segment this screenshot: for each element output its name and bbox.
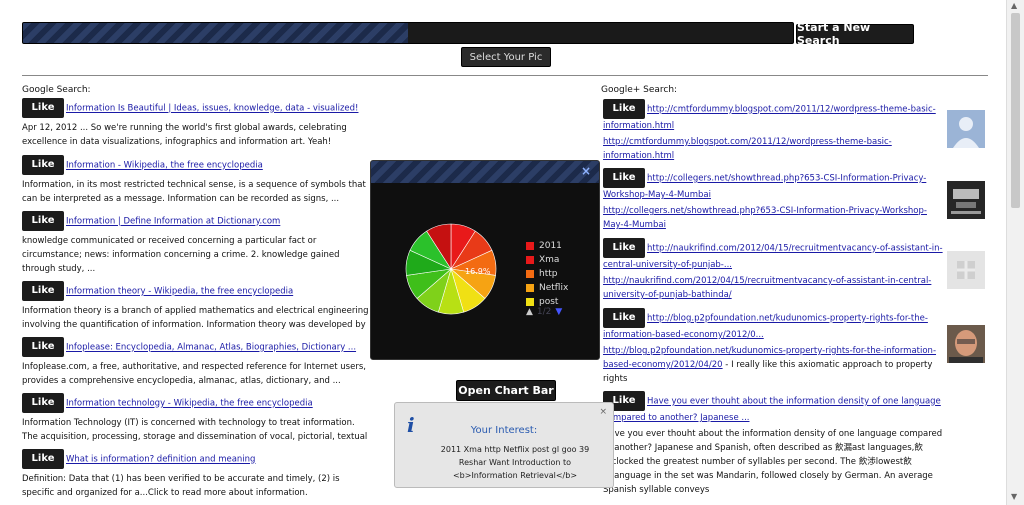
list-item: Like Information Is Beautiful | Ideas, is… — [22, 98, 372, 149]
search-progress-bar — [22, 22, 794, 44]
result-link[interactable]: Information Is Beautiful | Ideas, issues… — [66, 104, 358, 114]
result-link[interactable]: http://naukrifind.com/2012/04/15/recruit… — [603, 276, 931, 300]
result-link[interactable]: What is information? definition and mean… — [66, 455, 255, 465]
vertical-scrollbar[interactable]: ▲ ▼ — [1006, 0, 1024, 505]
legend-label: Xma — [539, 255, 560, 265]
result-link[interactable]: http://collegers.net/showthread.php?653-… — [603, 206, 927, 230]
gplus-search-title: Google+ Search: — [601, 85, 678, 95]
list-item: Like Information - Wikipedia, the free en… — [22, 155, 372, 206]
interest-line: <b>Information Retrieval</b> — [452, 471, 578, 480]
result-link[interactable]: http://blog.p2pfoundation.net/kudunomics… — [603, 314, 928, 341]
avatar[interactable] — [947, 110, 985, 148]
result-snippet: Apr 12, 2012 ... So we're running the wo… — [22, 123, 347, 147]
scrollbar-thumb[interactable] — [1011, 13, 1020, 208]
open-chart-bar-button[interactable]: Open Chart Bar — [456, 380, 556, 401]
legend-swatch — [526, 256, 534, 264]
like-button[interactable]: Like — [22, 155, 64, 175]
list-item: Like http://cmtfordummy.blogspot.com/2011… — [603, 99, 943, 163]
list-item: Like Infoplease: Encyclopedia, Almanac, A… — [22, 337, 372, 388]
list-item: Like http://blog.p2pfoundation.net/kuduno… — [603, 308, 943, 386]
result-link[interactable]: http://cmtfordummy.blogspot.com/2011/12/… — [603, 137, 892, 161]
interest-popup: i × Your Interest: 2011 Xma http Netflix… — [394, 402, 614, 488]
result-link[interactable]: http://cmtfordummy.blogspot.com/2011/12/… — [603, 105, 936, 132]
like-button[interactable]: Like — [603, 168, 645, 188]
like-button[interactable]: Like — [22, 98, 64, 118]
result-link[interactable]: http://naukrifind.com/2012/04/15/recruit… — [603, 244, 943, 271]
avatar[interactable] — [947, 325, 985, 363]
list-item: Like Have you ever thouht about the infor… — [603, 391, 943, 497]
profile-photo-icon — [947, 181, 985, 219]
result-snippet: Have you ever thouht about the informati… — [603, 429, 943, 495]
placeholder-image-icon — [947, 251, 985, 289]
triangle-down-icon[interactable]: ▼ — [555, 307, 562, 317]
legend-item: post — [526, 297, 558, 307]
legend-swatch — [526, 298, 534, 306]
like-button[interactable]: Like — [603, 308, 645, 328]
result-link[interactable]: Information technology - Wikipedia, the … — [66, 399, 313, 409]
legend-item: 2011 — [526, 241, 562, 251]
close-icon[interactable]: × — [599, 407, 607, 417]
pie-chart: 16.9% — [405, 223, 497, 315]
profile-photo-icon — [947, 325, 985, 363]
list-item: Like http://naukrifind.com/2012/04/15/rec… — [603, 238, 943, 302]
result-link[interactable]: http://collegers.net/showthread.php?653-… — [603, 174, 926, 201]
interest-line: Reshar Want Introduction to — [458, 458, 572, 467]
interest-title: Your Interest: — [470, 425, 538, 436]
list-item: Like What is information? definition and … — [22, 449, 372, 500]
close-icon[interactable]: × — [581, 164, 591, 178]
list-item: Like http://collegers.net/showthread.php?… — [603, 168, 943, 232]
result-snippet: Definition: Data that (1) has been verif… — [22, 474, 340, 498]
like-button[interactable]: Like — [603, 238, 645, 258]
legend-label: http — [539, 269, 558, 279]
legend-item: Netflix — [526, 283, 568, 293]
start-new-search-button[interactable]: Start a New Search — [796, 21, 914, 47]
legend-swatch — [526, 284, 534, 292]
chart-popup: × 16.9% 2011 Xma http Netflix post ▲ 1/2 ▼ — [370, 160, 600, 360]
progress-fill — [23, 23, 408, 43]
scroll-down-icon[interactable]: ▼ — [1011, 492, 1017, 501]
like-button[interactable]: Like — [603, 99, 645, 119]
legend-label: 2011 — [539, 241, 562, 251]
interest-body: 2011 Xma http Netflix post gl goo 39 Res… — [425, 443, 605, 482]
select-pic-button[interactable]: Select Your Pic — [461, 47, 551, 67]
legend-item: Xma — [526, 255, 559, 265]
result-snippet: Infoplease.com, a free, authoritative, a… — [22, 362, 366, 386]
chart-pager[interactable]: ▲ 1/2 ▼ — [526, 307, 562, 317]
legend-swatch — [526, 270, 534, 278]
slice-label: 16.9% — [465, 267, 491, 276]
legend-item: http — [526, 269, 557, 279]
list-item: Like Information | Define Information at … — [22, 211, 372, 276]
legend-label: Netflix — [539, 283, 569, 293]
chart-popup-header: × — [371, 161, 599, 183]
interest-line: 2011 Xma http Netflix post gl goo 39 — [440, 445, 590, 454]
like-button[interactable]: Like — [22, 337, 64, 357]
default-user-icon — [947, 110, 985, 148]
result-link[interactable]: Infoplease: Encyclopedia, Almanac, Atlas… — [66, 343, 356, 353]
like-button[interactable]: Like — [22, 393, 64, 413]
result-link[interactable]: Have you ever thouht about the informati… — [603, 397, 941, 424]
result-snippet: Information, in its most restricted tech… — [22, 180, 366, 204]
google-search-title: Google Search: — [22, 85, 91, 95]
triangle-up-icon[interactable]: ▲ — [526, 307, 533, 317]
result-snippet: knowledge communicated or received conce… — [22, 236, 340, 274]
result-link[interactable]: Information | Define Information at Dict… — [66, 217, 280, 227]
legend-swatch — [526, 242, 534, 250]
avatar[interactable] — [947, 181, 985, 219]
result-link[interactable]: Information - Wikipedia, the free encycl… — [66, 161, 263, 171]
legend-label: post — [539, 297, 559, 307]
chart-page-label: 1/2 — [536, 307, 552, 317]
scroll-up-icon[interactable]: ▲ — [1011, 1, 1017, 10]
divider — [22, 75, 988, 76]
like-button[interactable]: Like — [22, 281, 64, 301]
like-button[interactable]: Like — [22, 449, 64, 469]
avatar[interactable] — [947, 251, 985, 289]
result-link[interactable]: Information theory - Wikipedia, the free… — [66, 287, 293, 297]
like-button[interactable]: Like — [22, 211, 64, 231]
